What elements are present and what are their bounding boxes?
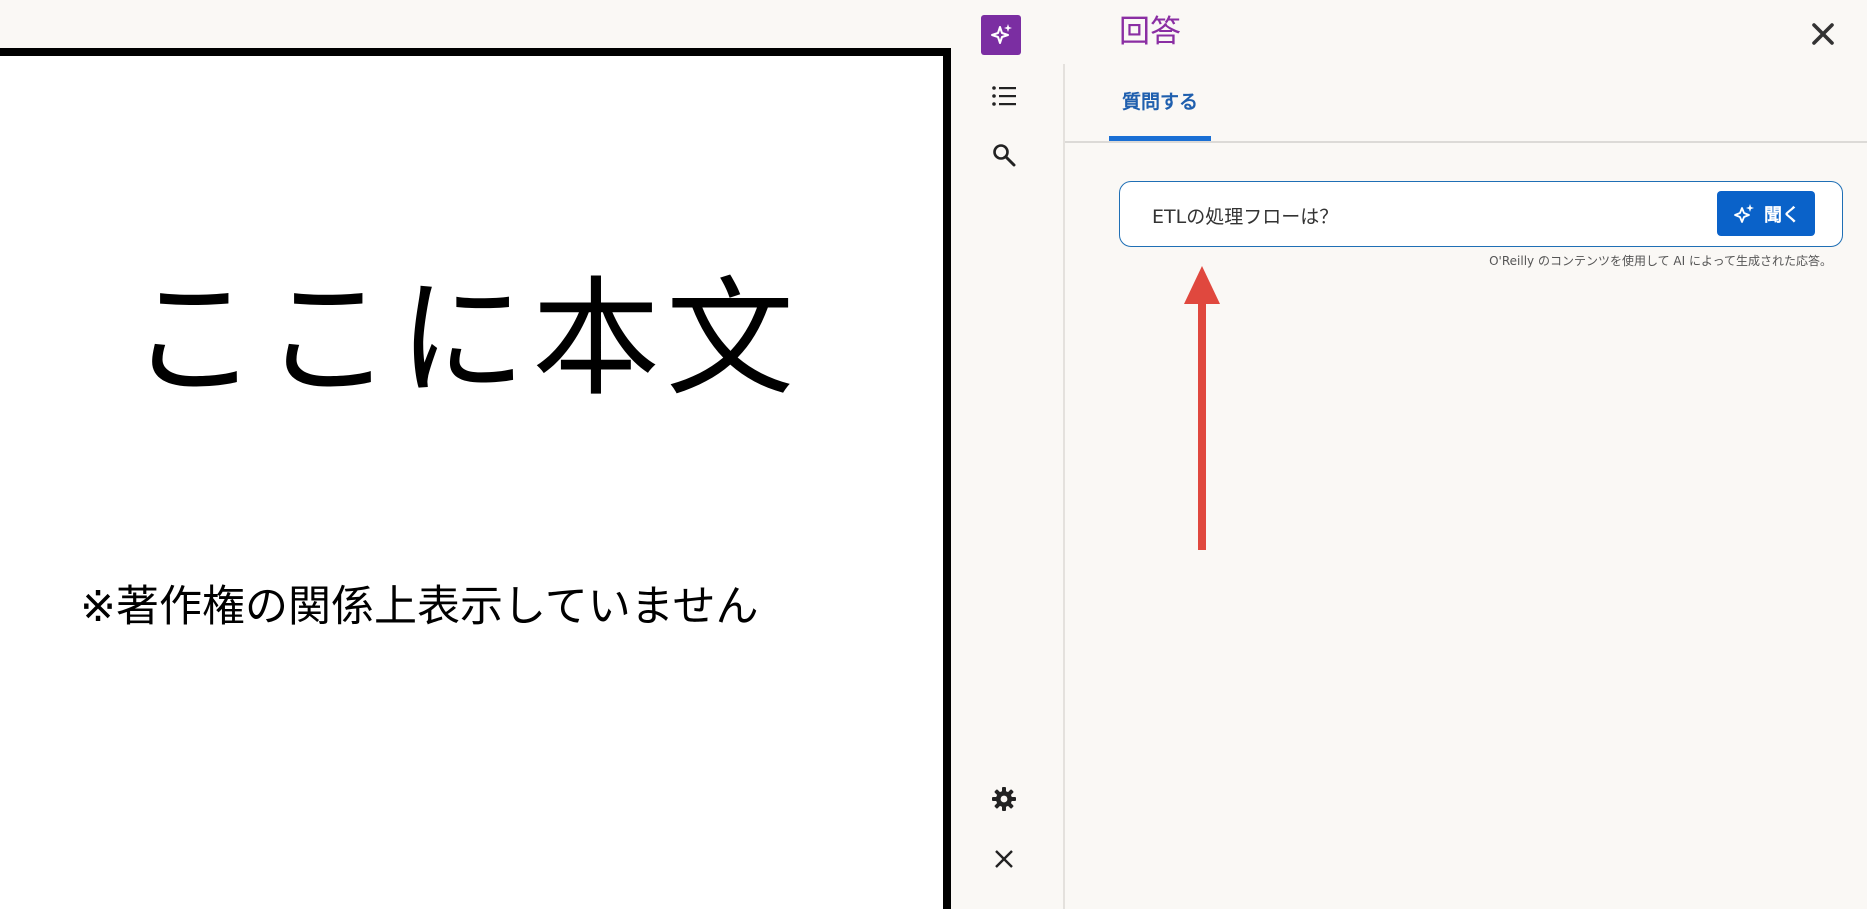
ai-assistant-button[interactable] (981, 15, 1021, 55)
close-reader-button[interactable] (982, 837, 1026, 881)
table-of-contents-button[interactable] (982, 74, 1026, 118)
page: ここに本文 ※著作権の関係上表示していません 回答 質問する ETLの処理フロー… (0, 0, 1867, 909)
gear-icon (992, 787, 1016, 811)
settings-button[interactable] (982, 777, 1026, 821)
tab-bar: 質問する (1065, 64, 1867, 143)
content-placeholder: ここに本文 (130, 265, 801, 414)
copyright-note: ※著作権の関係上表示していません (80, 582, 759, 632)
ai-disclaimer: O'Reilly のコンテンツを使用して AI によって生成された応答。 (1489, 254, 1832, 268)
ask-button-label: 聞く (1764, 204, 1800, 226)
ask-button[interactable]: 聞く (1717, 191, 1815, 236)
search-icon (993, 144, 1016, 167)
sparkle-icon (991, 24, 1012, 44)
list-icon (992, 86, 1016, 106)
close-panel-button[interactable] (1805, 16, 1841, 52)
annotation-arrow-icon (1184, 266, 1220, 550)
search-button[interactable] (982, 133, 1026, 177)
close-icon (995, 850, 1013, 868)
rail-divider (1063, 64, 1065, 909)
book-content-panel: ここに本文 ※著作権の関係上表示していません (0, 48, 951, 909)
side-rail (960, 0, 1064, 909)
close-icon (1812, 23, 1834, 45)
tab-ask[interactable]: 質問する (1109, 64, 1211, 141)
ask-box: 聞く (1119, 181, 1843, 247)
sparkle-icon (1734, 203, 1754, 223)
panel-title: 回答 (1119, 14, 1181, 50)
question-input[interactable] (1150, 196, 1714, 234)
